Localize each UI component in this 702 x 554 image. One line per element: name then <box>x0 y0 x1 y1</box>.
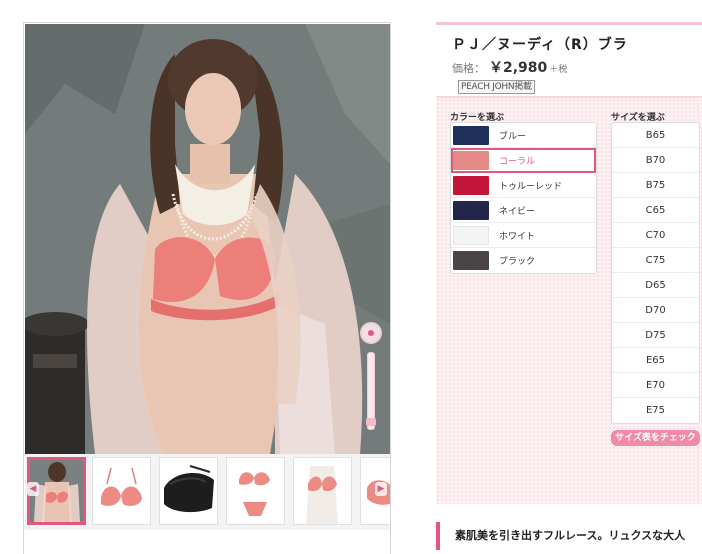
size-list: B65 B70 B75 C65 C70 C75 D65 D70 D75 E65 … <box>611 122 700 424</box>
bra-front-thumb-image <box>93 458 150 524</box>
brand-badge: PEACH JOHN掲載 <box>458 80 535 94</box>
color-option-navy[interactable]: ネイビー <box>451 198 596 223</box>
color-option-coral[interactable]: コーラル <box>451 148 596 173</box>
thumbnail-prev-icon[interactable]: ◀ <box>27 482 39 496</box>
thumbnail-strip: ◀ ▶ <box>25 454 390 530</box>
color-swatch-white <box>453 225 489 245</box>
color-swatch-blue <box>453 125 489 145</box>
size-option[interactable]: C65 <box>612 198 699 223</box>
model-photo-illustration <box>25 24 390 454</box>
zoom-slider-thumb[interactable] <box>366 418 376 426</box>
size-option[interactable]: B70 <box>612 148 699 173</box>
catch-copy: 素肌美を引き出すフルレース。リュクスな大人 <box>455 529 686 542</box>
size-option[interactable]: D65 <box>612 273 699 298</box>
size-option[interactable]: E70 <box>612 373 699 398</box>
catch-copy-accent-bar <box>436 522 440 550</box>
color-option-blue[interactable]: ブルー <box>451 123 596 148</box>
color-swatch-coral <box>453 150 489 170</box>
thumbnail-bra-panty-set[interactable] <box>226 457 285 525</box>
size-option[interactable]: C70 <box>612 223 699 248</box>
price-row: 価格： ￥2,980 ＋税 <box>452 57 567 77</box>
color-list: ブルー コーラル トゥルーレッド ネイビー ホワイト ブラック <box>450 122 597 274</box>
color-label: コーラル <box>499 156 536 167</box>
color-label: ホワイト <box>499 231 536 242</box>
color-label: ブラック <box>499 257 536 267</box>
color-label: ブルー <box>499 131 527 142</box>
main-product-photo[interactable] <box>25 24 390 454</box>
thumbnail-bra-mannequin[interactable] <box>293 457 352 525</box>
size-option[interactable]: B65 <box>612 123 699 148</box>
size-option[interactable]: B75 <box>612 173 699 198</box>
mannequin-thumb-image <box>294 458 351 524</box>
product-image-viewer: ◀ ▶ <box>23 22 391 554</box>
thumbnail-bra-front[interactable] <box>92 457 151 525</box>
product-title: ＰＪ／ヌーディ（R）ブラ <box>452 37 628 53</box>
size-option[interactable]: C75 <box>612 248 699 273</box>
size-option[interactable]: E75 <box>612 398 699 423</box>
tax-note: ＋税 <box>549 65 568 75</box>
color-label: ネイビー <box>499 206 536 217</box>
thumbnail-next-icon[interactable]: ▶ <box>375 482 387 496</box>
color-swatch-navy <box>453 200 489 220</box>
zoom-reset-icon[interactable] <box>360 322 382 344</box>
top-divider <box>436 22 702 25</box>
color-option-white[interactable]: ホワイト <box>451 223 596 248</box>
zoom-control[interactable] <box>360 322 382 430</box>
size-option[interactable]: D70 <box>612 298 699 323</box>
size-option[interactable]: E65 <box>612 348 699 373</box>
bra-set-thumb-image <box>227 458 284 524</box>
color-swatch-true-red <box>453 175 489 195</box>
price-value: ￥2,980 <box>489 60 548 76</box>
color-option-true-red[interactable]: トゥルーレッド <box>451 173 596 198</box>
bra-inside-thumb-image <box>160 458 217 524</box>
color-swatch-black <box>453 251 489 270</box>
price-label: 価格： <box>452 62 485 75</box>
color-option-black[interactable]: ブラック <box>451 248 596 273</box>
size-option[interactable]: D75 <box>612 323 699 348</box>
thumbnail-bra-inside[interactable] <box>159 457 218 525</box>
color-label: トゥルーレッド <box>499 181 563 192</box>
size-chart-button[interactable]: サイズ表をチェック <box>611 430 700 446</box>
